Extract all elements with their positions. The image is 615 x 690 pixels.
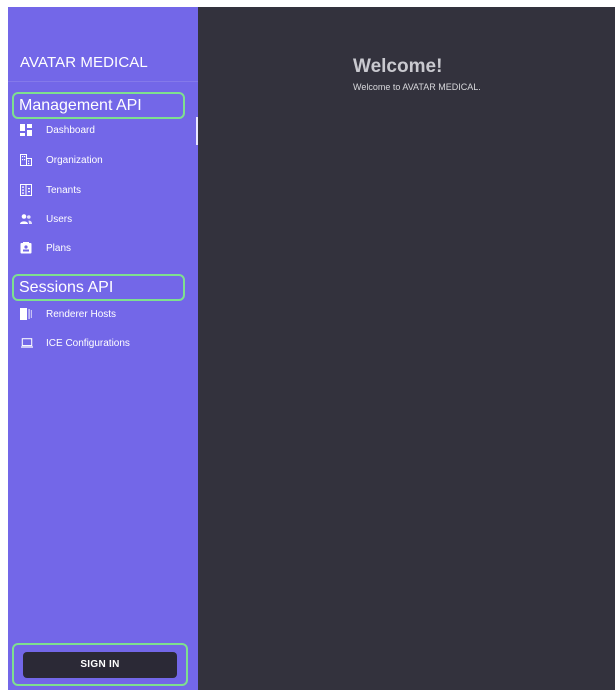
signin-container: SIGN IN <box>12 643 188 686</box>
sign-in-button[interactable]: SIGN IN <box>23 651 177 678</box>
dashboard-icon <box>20 124 32 136</box>
renderer-hosts-icon <box>20 308 32 320</box>
plans-icon <box>20 242 32 254</box>
sidebar-item-renderer-hosts[interactable]: Renderer Hosts <box>20 303 196 325</box>
brand-title: AVATAR MEDICAL <box>20 54 148 71</box>
sidebar-item-dashboard[interactable]: Dashboard <box>20 119 196 141</box>
organization-icon <box>20 154 32 166</box>
app-window: AVATAR MEDICAL Management API Dashboard … <box>8 7 615 690</box>
sidebar-item-label: Dashboard <box>46 124 95 136</box>
sidebar-item-label: Plans <box>46 242 72 254</box>
sidebar-item-ice-configurations[interactable]: ICE Configurations <box>20 332 196 354</box>
welcome-message: Welcome to AVATAR MEDICAL. <box>353 82 481 92</box>
sidebar-item-tenants[interactable]: Tenants <box>20 179 196 201</box>
tenants-icon <box>20 184 32 196</box>
sidebar-item-label: ICE Configurations <box>46 337 130 349</box>
section-sessions-api: Sessions API <box>12 274 185 301</box>
users-icon <box>20 213 32 225</box>
laptop-icon <box>20 337 34 349</box>
page-title: Welcome! <box>353 56 443 77</box>
sidebar-item-plans[interactable]: Plans <box>20 237 196 259</box>
sidebar-item-label: Renderer Hosts <box>46 308 117 320</box>
sidebar: AVATAR MEDICAL Management API Dashboard … <box>8 7 198 690</box>
section-management-api: Management API <box>12 92 185 119</box>
sidebar-item-label: Organization <box>46 154 103 166</box>
brand-divider <box>8 81 198 82</box>
sidebar-item-users[interactable]: Users <box>20 208 196 230</box>
sidebar-item-label: Users <box>46 213 73 225</box>
main-content: Welcome! Welcome to AVATAR MEDICAL. <box>198 7 615 690</box>
sidebar-item-label: Tenants <box>46 184 82 196</box>
sidebar-item-organization[interactable]: Organization <box>20 149 196 171</box>
